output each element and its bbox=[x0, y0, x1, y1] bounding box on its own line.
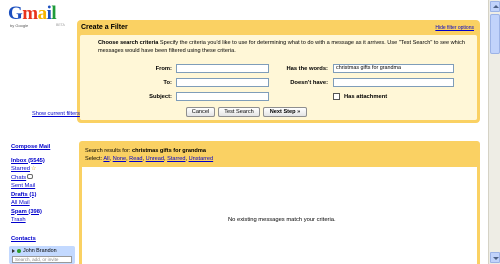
nav-item-sent-mail[interactable]: Sent Mail bbox=[11, 182, 75, 191]
select-all-link[interactable]: All bbox=[103, 156, 109, 162]
results-summary: Search results for: christmas gifts for … bbox=[85, 147, 213, 155]
nav-item-inbox[interactable]: Inbox (5545) bbox=[11, 157, 75, 166]
has-attachment-label: Has attachment bbox=[344, 94, 388, 100]
chat-contacts-box: John Brandon Search, add, or invite bbox=[9, 246, 75, 264]
logo-letter: m bbox=[22, 3, 38, 24]
show-current-filters-link[interactable]: Show current filters bbox=[32, 111, 80, 117]
create-filter-panel: Create a Filter Hide filter options Choo… bbox=[77, 20, 480, 123]
nav-item-chats-row: Chats bbox=[11, 174, 75, 183]
scroll-down-arrow-icon[interactable] bbox=[490, 252, 500, 263]
logo-letter: G bbox=[8, 3, 23, 24]
logo-letter: l bbox=[51, 3, 57, 24]
results-prefix: Search results for: bbox=[85, 148, 132, 154]
nav-item-trash[interactable]: Trash bbox=[11, 216, 75, 225]
has-words-label: Has the words: bbox=[286, 66, 328, 72]
from-label: From: bbox=[155, 66, 172, 72]
filter-criteria-box: Choose search criteria Specify the crite… bbox=[80, 35, 477, 120]
search-results-panel: Search results for: christmas gifts for … bbox=[79, 141, 480, 264]
nav-item-chats[interactable]: Chats bbox=[11, 175, 26, 181]
to-label: To: bbox=[163, 80, 172, 86]
scroll-up-arrow-icon[interactable] bbox=[490, 1, 500, 12]
select-read-link[interactable]: Read bbox=[129, 156, 142, 162]
results-list: No existing messages match your criteria… bbox=[82, 167, 477, 264]
logo-beta: BETA bbox=[56, 23, 65, 27]
hide-filter-options-link[interactable]: Hide filter options bbox=[435, 25, 474, 31]
results-header: Search results for: christmas gifts for … bbox=[85, 147, 213, 163]
nav-item-starred[interactable]: Starred bbox=[11, 166, 30, 172]
doesnt-have-label: Doesn't have: bbox=[290, 80, 328, 86]
nav-item-spam[interactable]: Spam (398) bbox=[11, 208, 75, 217]
results-query: christmas gifts for grandma bbox=[131, 148, 206, 154]
left-navigation: Compose Mail Inbox (5545) Starred☆ Chats… bbox=[11, 143, 75, 225]
compose-mail-link[interactable]: Compose Mail bbox=[11, 143, 75, 152]
contact-search-input[interactable]: Search, add, or invite bbox=[12, 256, 72, 263]
test-search-button[interactable]: Test Search bbox=[218, 107, 260, 117]
logo-by-google: by Google bbox=[10, 23, 29, 28]
select-none-link[interactable]: None bbox=[113, 156, 126, 162]
has-attachment-checkbox[interactable] bbox=[333, 93, 340, 100]
gmail-wordmark: Gmail bbox=[8, 3, 57, 25]
empty-results-message: No existing messages match your criteria… bbox=[228, 217, 336, 223]
nav-item-all-mail[interactable]: All Mail bbox=[11, 199, 75, 208]
subject-label: Subject: bbox=[149, 94, 172, 100]
criteria-description: Choose search criteria Specify the crite… bbox=[98, 39, 468, 55]
criteria-heading: Choose search criteria bbox=[98, 40, 159, 46]
contact-row[interactable]: John Brandon bbox=[12, 248, 57, 254]
subject-input[interactable] bbox=[176, 92, 269, 101]
star-icon: ☆ bbox=[31, 166, 37, 172]
nav-item-starred-row: Starred☆ bbox=[11, 165, 75, 174]
scroll-thumb[interactable] bbox=[490, 14, 500, 54]
has-words-input[interactable]: christmas gifts for grandma bbox=[333, 64, 454, 73]
nav-item-drafts[interactable]: Drafts (1) bbox=[11, 191, 75, 200]
filter-title: Create a Filter bbox=[81, 24, 128, 31]
next-step-button[interactable]: Next Step » bbox=[263, 107, 307, 117]
select-row: Select: All, None, Read, Unread, Starred… bbox=[85, 156, 214, 162]
chat-bubble-icon bbox=[27, 174, 34, 180]
logo-letter: a bbox=[37, 3, 48, 24]
expand-arrow-icon bbox=[12, 248, 15, 253]
to-input[interactable] bbox=[176, 78, 269, 87]
contact-name: John Brandon bbox=[23, 248, 57, 254]
from-input[interactable] bbox=[176, 64, 269, 73]
doesnt-have-input[interactable] bbox=[333, 78, 454, 87]
vertical-scrollbar[interactable] bbox=[488, 0, 500, 264]
select-unstarred-link[interactable]: Unstarred bbox=[189, 156, 214, 162]
select-label: Select: bbox=[85, 156, 103, 162]
select-unread-link[interactable]: Unread bbox=[146, 156, 164, 162]
contacts-link[interactable]: Contacts bbox=[11, 236, 36, 242]
cancel-button[interactable]: Cancel bbox=[186, 107, 215, 117]
select-starred-link[interactable]: Starred bbox=[167, 156, 185, 162]
online-status-icon bbox=[17, 248, 21, 253]
gmail-logo[interactable]: Gmail by Google BETA bbox=[6, 3, 70, 33]
